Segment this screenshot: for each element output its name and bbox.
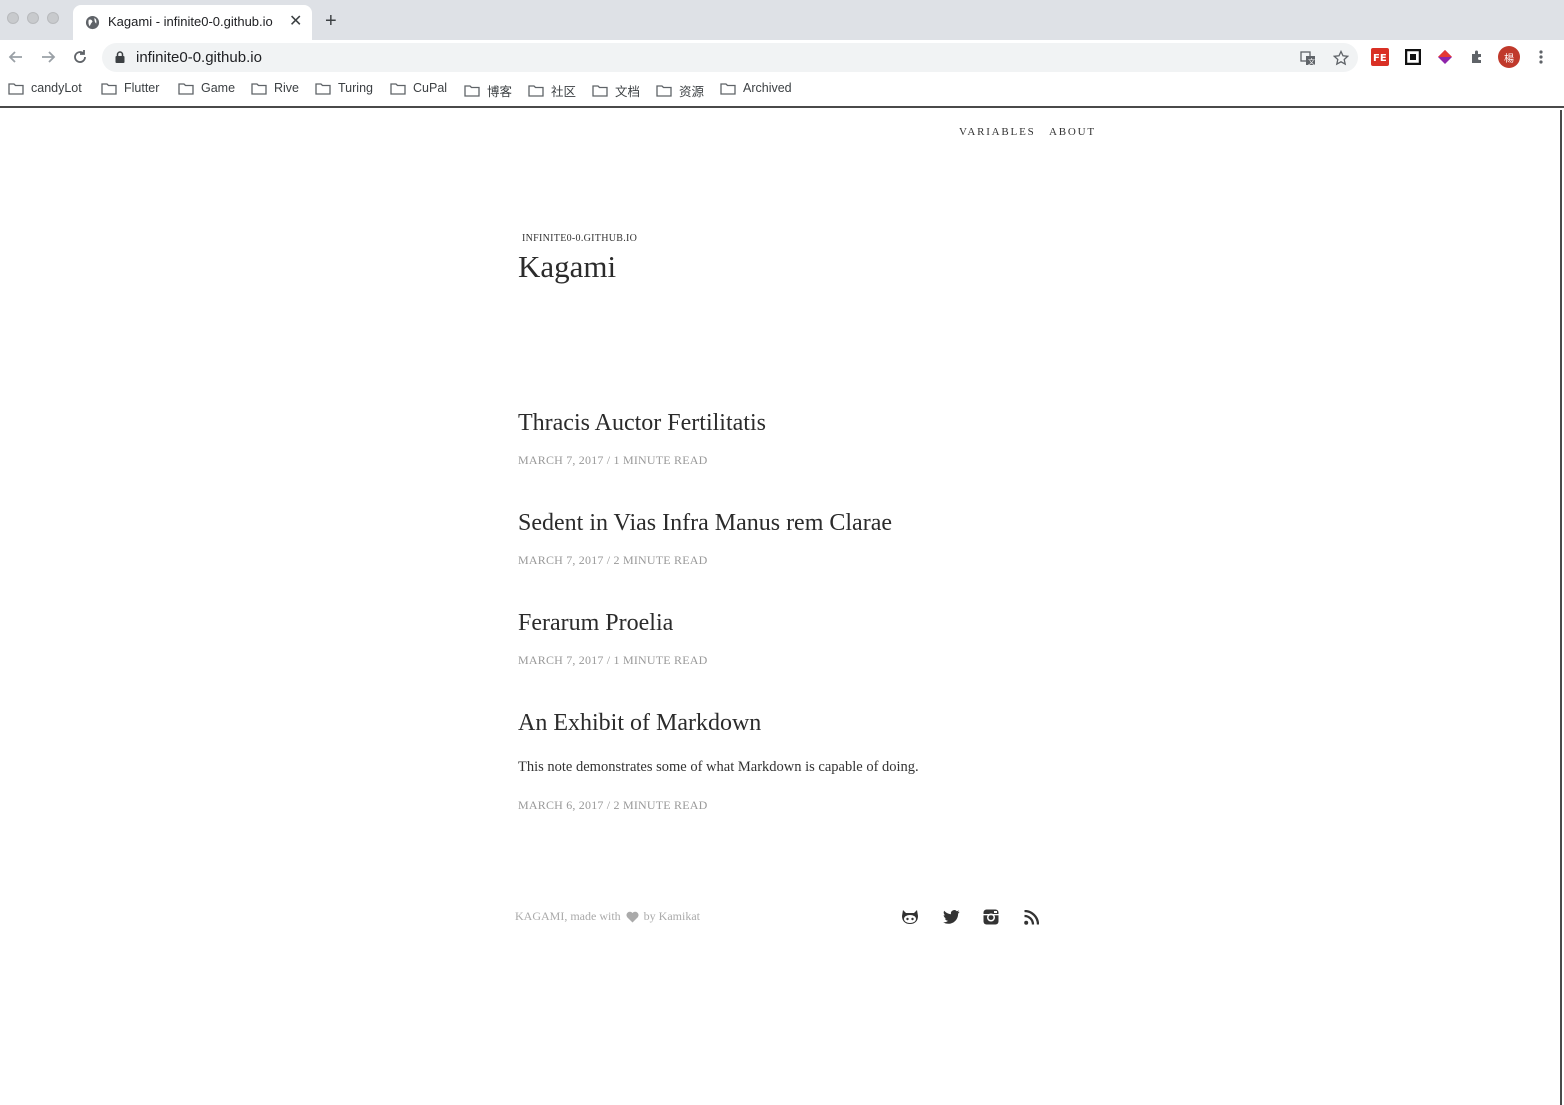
nav-variables-link[interactable]: VARIABLES bbox=[959, 126, 1036, 138]
bookmark-folder[interactable]: 文档 bbox=[592, 81, 640, 100]
post-excerpt: This note demonstrates some of what Mark… bbox=[518, 759, 919, 775]
puzzle-extensions-icon[interactable] bbox=[1467, 47, 1487, 67]
reload-button[interactable] bbox=[70, 47, 90, 67]
address-bar[interactable]: infinite0-0.github.io 文 bbox=[102, 43, 1358, 72]
nav-about-link[interactable]: ABOUT bbox=[1049, 126, 1096, 138]
lock-icon bbox=[115, 51, 125, 63]
bookmark-folder[interactable]: Archived bbox=[720, 81, 792, 95]
twitter-icon[interactable] bbox=[941, 907, 961, 927]
bookmarks-bar: candyLot Flutter Game Rive Turing CuPal … bbox=[0, 75, 1564, 108]
tab-title: Kagami - infinite0-0.github.io bbox=[108, 14, 273, 29]
folder-icon bbox=[464, 85, 480, 97]
square-extension-icon[interactable] bbox=[1403, 47, 1423, 67]
folder-icon bbox=[178, 82, 194, 95]
menu-kebab-icon[interactable] bbox=[1531, 47, 1551, 67]
post-title-link[interactable]: Sedent in Vias Infra Manus rem Clarae bbox=[518, 510, 892, 537]
bookmark-folder[interactable]: 资源 bbox=[656, 81, 704, 100]
folder-icon bbox=[315, 82, 331, 95]
post-meta: MARCH 7, 2017 / 2 MINUTE READ bbox=[518, 553, 708, 567]
url-text: infinite0-0.github.io bbox=[136, 49, 262, 66]
browser-toolbar: infinite0-0.github.io 文 FE 楊 bbox=[0, 40, 1564, 75]
diamond-extension-icon[interactable] bbox=[1435, 47, 1455, 67]
site-domain: INFINITE0-0.GITHUB.IO bbox=[522, 233, 638, 244]
window-minimize-button[interactable] bbox=[27, 12, 39, 24]
svg-text:FE: FE bbox=[1373, 53, 1387, 64]
heart-icon bbox=[626, 911, 639, 922]
forward-button[interactable] bbox=[38, 47, 58, 67]
post-title-link[interactable]: Ferarum Proelia bbox=[518, 610, 673, 637]
profile-avatar[interactable]: 楊 bbox=[1498, 46, 1520, 68]
svg-text:文: 文 bbox=[1308, 57, 1315, 66]
browser-tab[interactable]: Kagami - infinite0-0.github.io ✕ bbox=[73, 5, 312, 40]
bookmark-folder[interactable]: CuPal bbox=[390, 81, 447, 95]
folder-icon bbox=[720, 82, 736, 95]
bookmark-folder[interactable]: 社区 bbox=[528, 81, 576, 100]
bookmark-folder[interactable]: Turing bbox=[315, 81, 373, 95]
fe-extension-icon[interactable]: FE bbox=[1370, 47, 1390, 67]
web-page: VARIABLES ABOUT INFINITE0-0.GITHUB.IO Ka… bbox=[0, 110, 1562, 1105]
folder-icon bbox=[8, 82, 24, 95]
globe-icon bbox=[85, 15, 100, 30]
folder-icon bbox=[390, 82, 406, 95]
folder-icon bbox=[656, 85, 672, 97]
tab-close-icon[interactable]: ✕ bbox=[289, 14, 302, 30]
folder-icon bbox=[251, 82, 267, 95]
back-button[interactable] bbox=[6, 47, 26, 67]
bookmark-folder[interactable]: Flutter bbox=[101, 81, 159, 95]
forward-arrow-icon bbox=[42, 51, 56, 63]
folder-icon bbox=[592, 85, 608, 97]
folder-icon bbox=[528, 85, 544, 97]
window-zoom-button[interactable] bbox=[47, 12, 59, 24]
bookmark-folder[interactable]: 博客 bbox=[464, 81, 512, 100]
bookmark-star-icon[interactable] bbox=[1331, 48, 1351, 68]
instagram-icon[interactable] bbox=[981, 907, 1001, 927]
bookmark-folder[interactable]: candyLot bbox=[8, 81, 82, 95]
bookmark-folder[interactable]: Game bbox=[178, 81, 235, 95]
new-tab-button[interactable]: + bbox=[325, 11, 337, 31]
window-close-button[interactable] bbox=[7, 12, 19, 24]
folder-icon bbox=[101, 82, 117, 95]
github-icon[interactable] bbox=[900, 907, 920, 927]
back-arrow-icon bbox=[8, 51, 22, 63]
rss-icon[interactable] bbox=[1021, 907, 1041, 927]
post-meta: MARCH 7, 2017 / 1 MINUTE READ bbox=[518, 653, 708, 667]
post-title-link[interactable]: Thracis Auctor Fertilitatis bbox=[518, 410, 766, 437]
footer-credit-prefix: KAGAMI, made with bbox=[515, 909, 621, 923]
site-title[interactable]: Kagami bbox=[518, 249, 616, 285]
browser-titlebar: Kagami - infinite0-0.github.io ✕ + bbox=[0, 0, 1564, 40]
translate-icon[interactable]: 文 bbox=[1298, 48, 1318, 68]
post-title-link[interactable]: An Exhibit of Markdown bbox=[518, 710, 761, 737]
bookmark-folder[interactable]: Rive bbox=[251, 81, 299, 95]
author-link[interactable]: by Kamikat bbox=[644, 909, 700, 924]
post-meta: MARCH 6, 2017 / 2 MINUTE READ bbox=[518, 798, 708, 812]
reload-icon bbox=[74, 50, 86, 63]
post-meta: MARCH 7, 2017 / 1 MINUTE READ bbox=[518, 453, 708, 467]
footer-credit: KAGAMI, made with by Kamikat bbox=[515, 909, 700, 924]
